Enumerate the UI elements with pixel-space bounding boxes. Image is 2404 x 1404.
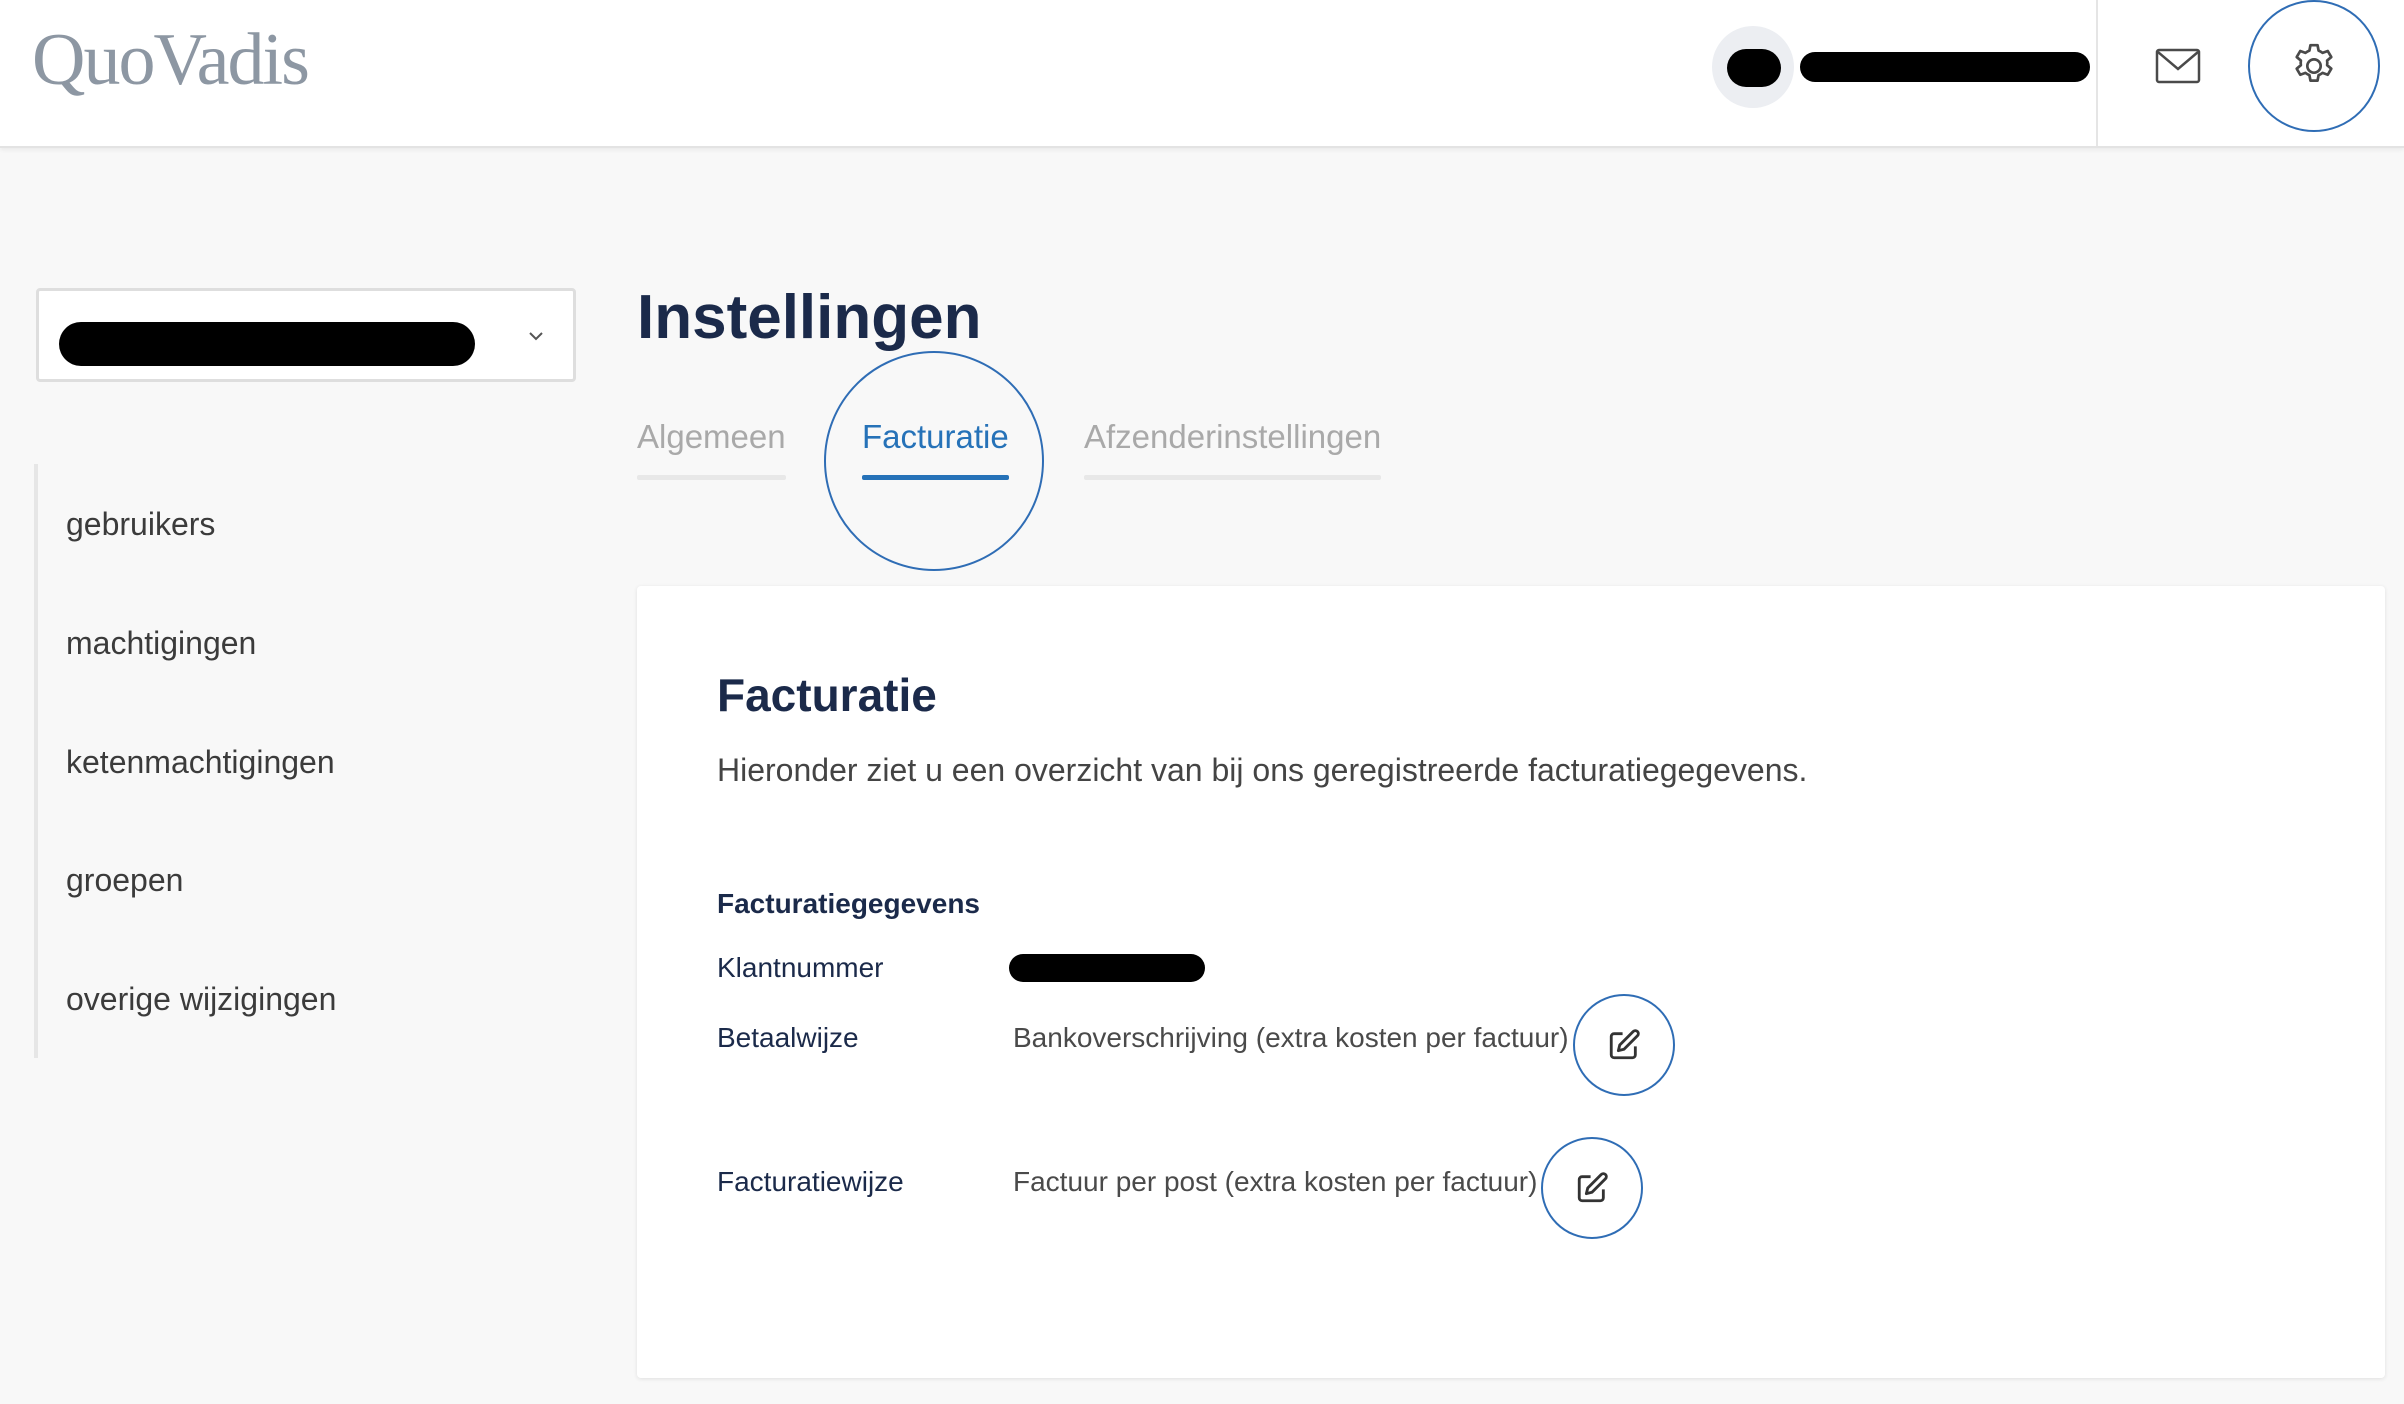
edit-facturatiewijze-button[interactable] (1541, 1137, 1643, 1239)
page-title: Instellingen (637, 283, 982, 352)
header-divider (2096, 0, 2098, 146)
tab-facturatie[interactable]: Facturatie (862, 418, 1009, 480)
tab-underline (1084, 475, 1382, 480)
edit-betaalwijze-button[interactable] (1573, 994, 1675, 1096)
sidebar-item-groepen[interactable]: groepen (66, 862, 183, 899)
messages-button[interactable] (2140, 34, 2216, 98)
tab-underline (637, 475, 786, 480)
tab-label: Afzenderinstellingen (1084, 418, 1382, 455)
tab-afzenderinstellingen[interactable]: Afzenderinstellingen (1084, 418, 1382, 480)
top-bar: QuoVadis (0, 0, 2404, 148)
tab-underline (862, 475, 1009, 480)
mail-icon (2155, 48, 2201, 84)
sidebar-item-machtigingen[interactable]: machtigingen (66, 625, 256, 662)
redacted-organization-name (59, 322, 475, 366)
tab-algemeen[interactable]: Algemeen (637, 418, 786, 480)
betaalwijze-label: Betaalwijze (717, 1022, 859, 1053)
sidebar-item-overige-wijzigingen[interactable]: overige wijzigingen (66, 981, 336, 1018)
betaalwijze-value: Bankoverschrijving (extra kosten per fac… (1013, 1022, 1569, 1053)
chevron-down-icon (529, 332, 543, 341)
edit-icon (1577, 1172, 1608, 1203)
redacted-user-name[interactable] (1800, 52, 2090, 82)
redacted-klantnummer-value (1009, 954, 1205, 982)
tab-label: Algemeen (637, 418, 786, 455)
card-description: Hieronder ziet u een overzicht van bij o… (717, 752, 1808, 788)
section-heading: Facturatiegegevens (717, 888, 980, 919)
user-avatar[interactable] (1712, 26, 1794, 108)
settings-button[interactable] (2248, 0, 2380, 132)
klantnummer-label: Klantnummer (717, 952, 884, 983)
redacted-initials (1727, 49, 1781, 87)
tab-label: Facturatie (862, 418, 1009, 455)
edit-icon (1609, 1029, 1640, 1060)
gear-icon (2295, 43, 2333, 82)
sidebar-item-ketenmachtigingen[interactable]: ketenmachtigingen (66, 744, 335, 781)
facturatiewijze-value: Factuur per post (extra kosten per factu… (1013, 1166, 1538, 1197)
card-title: Facturatie (717, 669, 937, 721)
organization-select[interactable] (36, 288, 576, 382)
facturatie-card: Facturatie Hieronder ziet u een overzich… (637, 586, 2385, 1378)
quovadis-logo[interactable]: QuoVadis (32, 18, 310, 103)
sidebar-item-gebruikers[interactable]: gebruikers (66, 506, 215, 543)
facturatiewijze-label: Facturatiewijze (717, 1166, 904, 1197)
